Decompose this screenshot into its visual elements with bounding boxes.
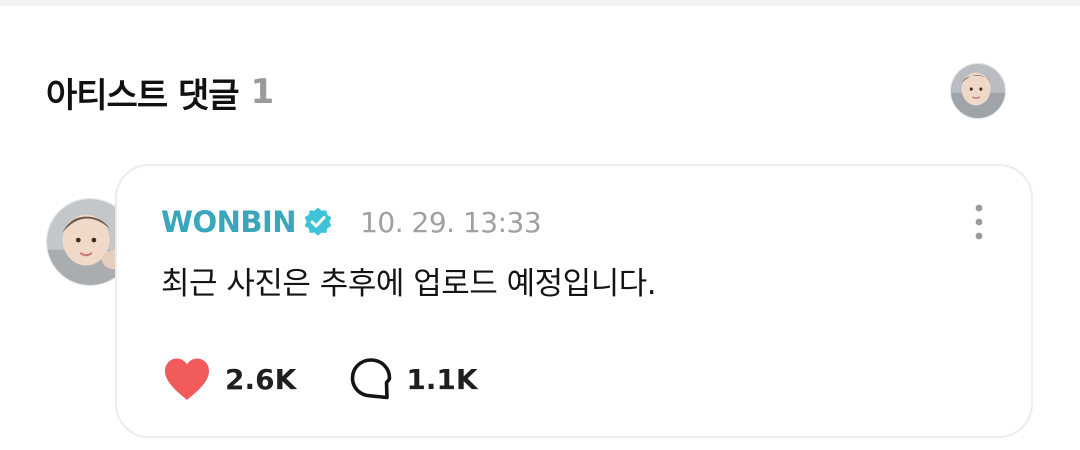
like-count: 2.6K: [225, 362, 297, 396]
avatar-photo: [951, 64, 1005, 118]
comment-count: 1: [250, 72, 275, 112]
comment-text: 최근 사진은 추후에 업로드 예정입니다.: [161, 266, 657, 302]
verified-badge-icon: [302, 206, 334, 238]
comment-actions: 2.6K 1.1K: [161, 354, 478, 404]
comment-card: WONBIN 10. 29. 13:33 최근 사진은 추후에 업로드 예정입니…: [115, 164, 1033, 438]
heart-icon: [161, 355, 213, 403]
reply-button[interactable]: 1.1K: [348, 356, 478, 402]
comment-meta: WONBIN 10. 29. 13:33: [161, 202, 542, 242]
artist-comments-header: 아티스트 댓글 1: [46, 64, 274, 120]
comment-timestamp: 10. 29. 13:33: [360, 205, 542, 239]
section-title: 아티스트 댓글: [46, 75, 240, 116]
more-options-button[interactable]: [965, 202, 993, 242]
artist-avatar-small[interactable]: [950, 63, 1006, 119]
reply-count: 1.1K: [406, 362, 478, 396]
like-button[interactable]: 2.6K: [161, 355, 296, 403]
more-vertical-icon: [975, 204, 983, 240]
top-divider: [0, 0, 1080, 6]
author-name[interactable]: WONBIN: [161, 205, 297, 239]
speech-bubble-icon: [348, 356, 394, 402]
